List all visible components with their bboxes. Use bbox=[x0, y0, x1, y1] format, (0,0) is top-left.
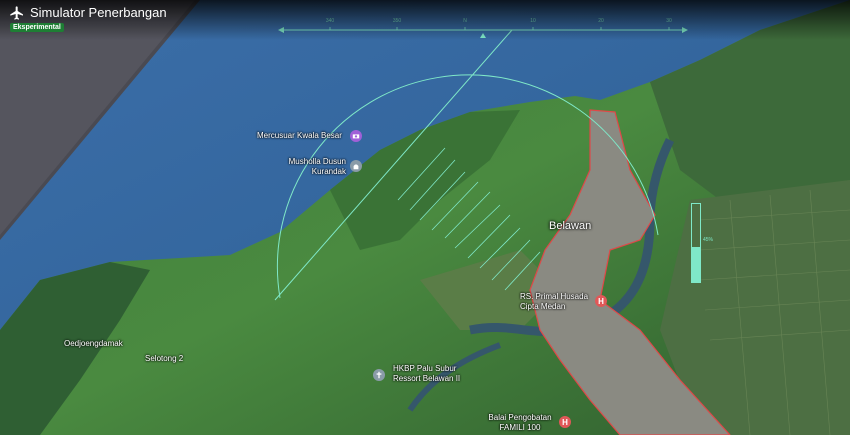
throttle-value: 45% bbox=[703, 237, 714, 243]
place-label[interactable]: RS. Primal Husada Cipta Medan bbox=[520, 292, 596, 312]
hospital-icon[interactable]: H bbox=[595, 295, 607, 307]
place-label[interactable]: Mercusuar Kwala Besar bbox=[257, 131, 342, 141]
mosque-icon[interactable] bbox=[350, 160, 362, 172]
place-label[interactable]: Balai Pengobatan FAMILI 100 bbox=[484, 413, 556, 433]
church-icon[interactable] bbox=[373, 369, 385, 381]
hospital-icon[interactable]: H bbox=[559, 416, 571, 428]
place-label[interactable]: Selotong 2 bbox=[145, 354, 183, 364]
app-title: Simulator Penerbangan bbox=[30, 5, 167, 20]
camera-icon[interactable] bbox=[350, 130, 362, 142]
throttle-gauge bbox=[691, 203, 701, 283]
airplane-icon bbox=[10, 6, 23, 20]
place-label[interactable]: HKBP Palu Subur Ressort Belawan II bbox=[393, 364, 473, 384]
place-label[interactable]: Oedjoengdamak bbox=[64, 339, 123, 349]
experimental-badge: Eksperimental bbox=[10, 23, 64, 32]
throttle-fill bbox=[692, 246, 700, 282]
city-label[interactable]: Belawan bbox=[549, 220, 591, 232]
pitch-ladder bbox=[397, 147, 541, 291]
place-label[interactable]: Musholla Dusun Kurandak bbox=[284, 157, 346, 177]
flight-view[interactable]: 340 350 N 10 20 30 45% Simulator Penerba… bbox=[0, 0, 850, 435]
attitude-arc bbox=[276, 74, 659, 299]
